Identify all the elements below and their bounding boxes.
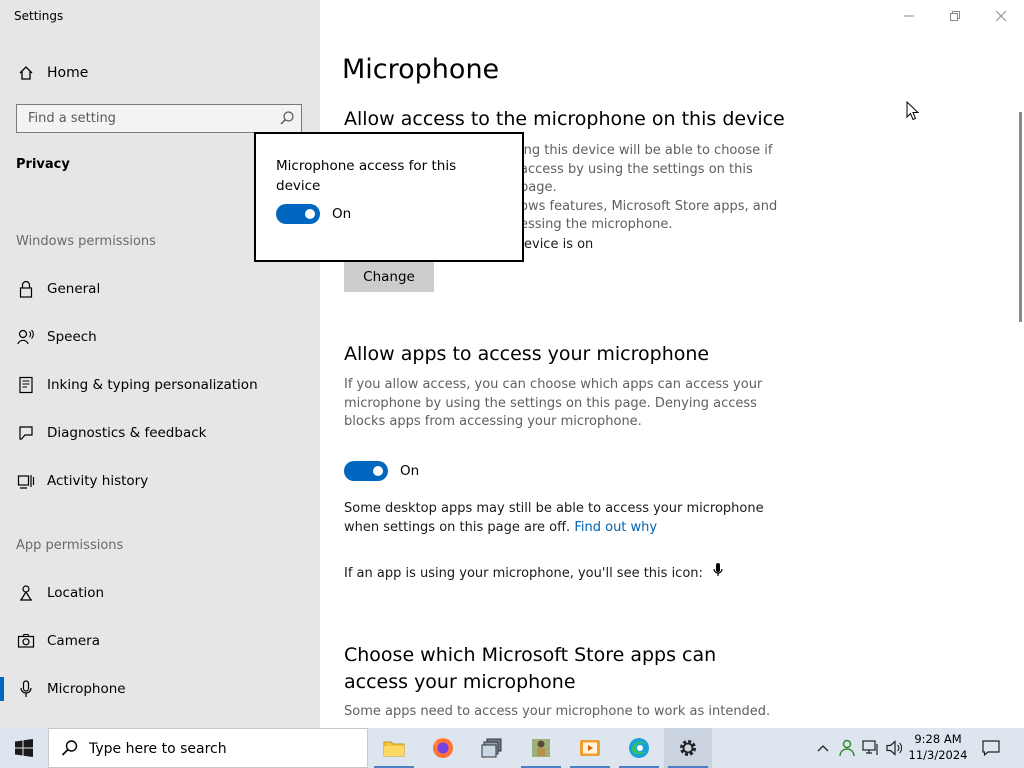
media-player-button[interactable]	[566, 728, 614, 768]
mic-icon-note: If an app is using your microphone, you'…	[344, 562, 804, 585]
tools-app-icon	[532, 739, 550, 757]
sidebar-item-label: General	[47, 281, 101, 297]
location-icon	[16, 583, 36, 603]
find-setting-input[interactable]: Find a setting	[16, 104, 302, 133]
desktop-apps-note: Some desktop apps may still be able to a…	[344, 501, 764, 535]
sidebar-item-microphone[interactable]: Microphone	[16, 677, 126, 701]
device-access-heading: Allow access to the microphone on this d…	[344, 108, 785, 130]
stacked-windows-icon	[481, 738, 502, 758]
sidebar-item-label: Speech	[47, 329, 97, 345]
device-access-status: evice is on	[524, 237, 594, 252]
microphone-icon	[16, 679, 36, 699]
sidebar-item-diagnostics[interactable]: Diagnostics & feedback	[16, 421, 206, 445]
sidebar-item-activity-history[interactable]: Activity history	[16, 469, 148, 493]
edge-icon	[629, 738, 649, 758]
clock-date: 11/3/2024	[908, 748, 968, 762]
diagnostics-icon	[16, 423, 36, 443]
microphone-access-flyout: Microphone access for this device On	[254, 132, 524, 262]
inking-icon	[16, 375, 36, 395]
sidebar-item-label: Location	[47, 585, 105, 601]
find-setting-placeholder: Find a setting	[28, 111, 116, 126]
home-label: Home	[47, 65, 89, 81]
device-access-toggle-state: On	[332, 206, 352, 222]
windows-logo-icon	[15, 739, 33, 757]
people-icon[interactable]	[837, 738, 857, 758]
sidebar-item-label: Microphone	[47, 681, 126, 697]
speech-icon	[16, 327, 36, 347]
file-explorer-button[interactable]	[370, 728, 418, 768]
search-icon	[61, 739, 79, 761]
page-title: Microphone	[342, 54, 500, 85]
section-title: Privacy	[16, 157, 70, 172]
settings-button[interactable]	[664, 728, 712, 768]
clock-time: 9:28 AM	[914, 732, 962, 746]
sidebar-item-general[interactable]: General	[16, 277, 100, 301]
change-button[interactable]: Change	[344, 262, 434, 292]
close-button[interactable]	[986, 6, 1016, 26]
apps-access-description: If you allow access, you can choose whic…	[344, 377, 763, 429]
gear-icon	[680, 740, 696, 756]
app-title: Settings	[14, 9, 64, 23]
taskbar-search-box[interactable]: Type here to search	[48, 728, 368, 768]
sidebar-item-label: Camera	[47, 633, 100, 649]
search-icon[interactable]	[279, 110, 295, 130]
sidebar-item-label: Activity history	[47, 473, 149, 489]
lock-icon	[16, 279, 36, 299]
sidebar-item-speech[interactable]: Speech	[16, 325, 97, 349]
find-out-why-link[interactable]: Find out why	[574, 520, 657, 535]
sidebar-item-label: Inking & typing personalization	[47, 377, 258, 393]
clock[interactable]: 9:28 AM 11/3/2024	[906, 731, 970, 763]
sidebar: Settings Home Find a setting Privacy Win…	[0, 0, 320, 728]
sidebar-item-location[interactable]: Location	[16, 581, 104, 605]
app-launcher-button[interactable]	[517, 728, 565, 768]
store-apps-heading: Choose which Microsoft Store apps can ac…	[344, 644, 717, 693]
apps-access-heading: Allow apps to access your microphone	[344, 343, 710, 365]
windows-permissions-label: Windows permissions	[16, 234, 156, 249]
restore-button[interactable]	[940, 6, 970, 26]
edge-button[interactable]	[615, 728, 663, 768]
notification-icon[interactable]	[981, 738, 1001, 758]
start-button[interactable]	[0, 728, 48, 768]
sidebar-item-label: Diagnostics & feedback	[47, 425, 207, 441]
firefox-icon	[433, 737, 453, 758]
device-access-toggle[interactable]	[276, 204, 320, 224]
sidebar-item-camera[interactable]: Camera	[16, 629, 100, 653]
nav-home[interactable]: Home	[16, 62, 88, 84]
selected-indicator	[0, 677, 4, 701]
apps-access-toggle[interactable]	[344, 461, 388, 481]
mouse-cursor-icon	[906, 100, 920, 125]
taskbar: Type here to search 9:28 AM 11/3/2024	[0, 728, 1024, 768]
flyout-title: Microphone access for this device	[276, 158, 457, 194]
apps-access-toggle-state: On	[400, 463, 420, 479]
activity-history-icon	[16, 471, 36, 491]
store-apps-description: Some apps need to access your microphone…	[344, 704, 771, 719]
media-player-icon	[580, 740, 600, 756]
network-icon[interactable]	[861, 738, 881, 758]
app-permissions-label: App permissions	[16, 538, 124, 553]
volume-icon[interactable]	[885, 738, 905, 758]
firefox-button[interactable]	[419, 728, 467, 768]
task-view-button[interactable]	[468, 728, 516, 768]
sidebar-item-inking[interactable]: Inking & typing personalization	[16, 373, 258, 397]
home-icon	[16, 63, 36, 83]
microphone-indicator-icon	[713, 562, 723, 585]
minimize-button[interactable]	[894, 6, 924, 26]
camera-icon	[16, 631, 36, 651]
taskbar-search-placeholder: Type here to search	[89, 741, 227, 757]
scrollbar[interactable]	[1019, 112, 1022, 322]
show-hidden-icons-chevron-icon[interactable]	[813, 738, 833, 758]
file-explorer-icon	[383, 741, 405, 757]
device-access-description: ing this device will be able to choose i…	[520, 143, 778, 232]
